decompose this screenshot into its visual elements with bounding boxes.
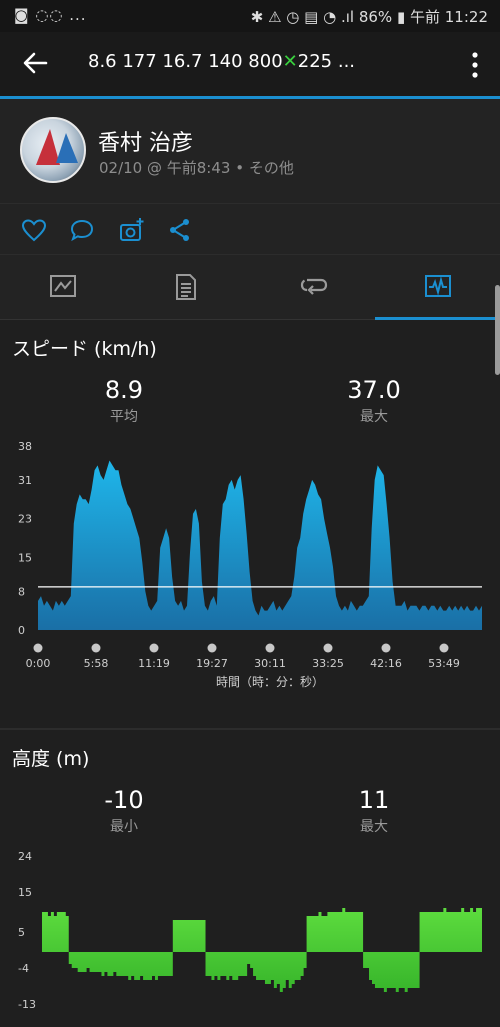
x-tick-label: 5:58 [84, 657, 109, 670]
avatar[interactable] [20, 117, 86, 183]
activity-title: 8.6 177 16.7 140 800✕225 ... [88, 51, 356, 72]
tab-overview[interactable] [0, 255, 125, 319]
tab-laps[interactable] [250, 255, 375, 319]
y-tick-label: -4 [18, 962, 29, 975]
back-arrow-icon[interactable] [20, 48, 50, 78]
battery-level: 86% [358, 8, 393, 26]
activity-tabs [0, 255, 500, 320]
y-tick-label: 15 [18, 551, 32, 564]
chart-icon [425, 275, 451, 297]
x-tick-dot[interactable] [149, 643, 159, 653]
x-tick-label: 0:00 [26, 657, 51, 670]
altitude-max: 11 最大 [358, 786, 390, 835]
x-tick-label: 19:27 [196, 657, 228, 670]
document-icon [176, 274, 196, 300]
repeat-icon [300, 278, 328, 295]
x-tick-dot[interactable] [91, 643, 101, 653]
tab-details[interactable] [125, 255, 250, 319]
y-tick-label: 38 [18, 440, 32, 453]
speed-average: 8.9 平均 [104, 376, 144, 425]
x-tick-label: 53:49 [428, 657, 460, 670]
comment-icon[interactable] [68, 216, 96, 244]
y-tick-label: 15 [18, 886, 32, 899]
x-tick-dot[interactable] [323, 643, 333, 653]
notification-icons: ◙ ◌◌ ... [14, 6, 87, 24]
heart-icon[interactable] [20, 216, 48, 244]
scrollbar[interactable] [495, 285, 500, 375]
x-tick-dot[interactable] [265, 643, 275, 653]
y-tick-label: 31 [18, 474, 32, 487]
activity-header: 香村 治彦 02/10 @ 午前8:43 • その他 [0, 99, 500, 204]
x-tick-label: 33:25 [312, 657, 344, 670]
add-photo-icon[interactable] [118, 216, 146, 244]
map-icon [50, 275, 76, 297]
altitude-chart[interactable]: -13 -4 5 15 24 [0, 845, 500, 1027]
y-tick-label: 0 [18, 624, 25, 637]
x-tick-dot[interactable] [439, 643, 449, 653]
user-name[interactable]: 香村 治彦 [98, 125, 193, 157]
speed-area [38, 460, 482, 630]
battery-icon: ▮ [396, 8, 406, 26]
y-tick-label: 23 [18, 513, 32, 526]
y-tick-label: 8 [18, 585, 25, 598]
x-tick-dot[interactable] [207, 643, 217, 653]
tab-charts[interactable] [375, 255, 500, 320]
status-bar: ◙ ◌◌ ... ✱ ⚠ ◷ ▤ ◔ .ıl 86% ▮ 午前 11:22 [0, 0, 500, 32]
cross-icon: ✕ [282, 51, 298, 72]
action-bar [0, 204, 500, 255]
more-vert-icon[interactable] [468, 50, 482, 80]
app-bar: 8.6 177 16.7 140 800✕225 ... [0, 32, 500, 99]
signal-icon: ✱ ⚠ ◷ ▤ ◔ .ıl [250, 8, 359, 26]
activity-meta: 02/10 @ 午前8:43 • その他 [99, 159, 294, 177]
x-tick-dot[interactable] [381, 643, 391, 653]
share-icon[interactable] [166, 216, 194, 244]
x-tick-label: 11:19 [138, 657, 170, 670]
speed-title: スピード (km/h) [12, 338, 157, 360]
x-tick-label: 42:16 [370, 657, 402, 670]
altitude-min: -10 最小 [104, 786, 144, 835]
y-tick-label: -13 [18, 998, 36, 1011]
altitude-title: 高度 (m) [12, 748, 90, 770]
x-tick-dot[interactable] [33, 643, 43, 653]
section-divider [0, 728, 500, 730]
x-axis-label: 時間（時：分：秒） [216, 675, 324, 689]
speed-chart[interactable]: 0 8 15 23 31 38 0:00 5:58 11:19 19:27 30:11 33:25 42… [0, 430, 500, 700]
speed-max: 37.0 最大 [347, 376, 401, 425]
x-tick-label: 30:11 [254, 657, 286, 670]
active-tab-indicator [375, 317, 500, 320]
altitude-area [42, 908, 482, 992]
y-tick-label: 24 [18, 850, 32, 863]
y-tick-label: 5 [18, 926, 25, 939]
clock: 午前 11:22 [410, 8, 488, 26]
